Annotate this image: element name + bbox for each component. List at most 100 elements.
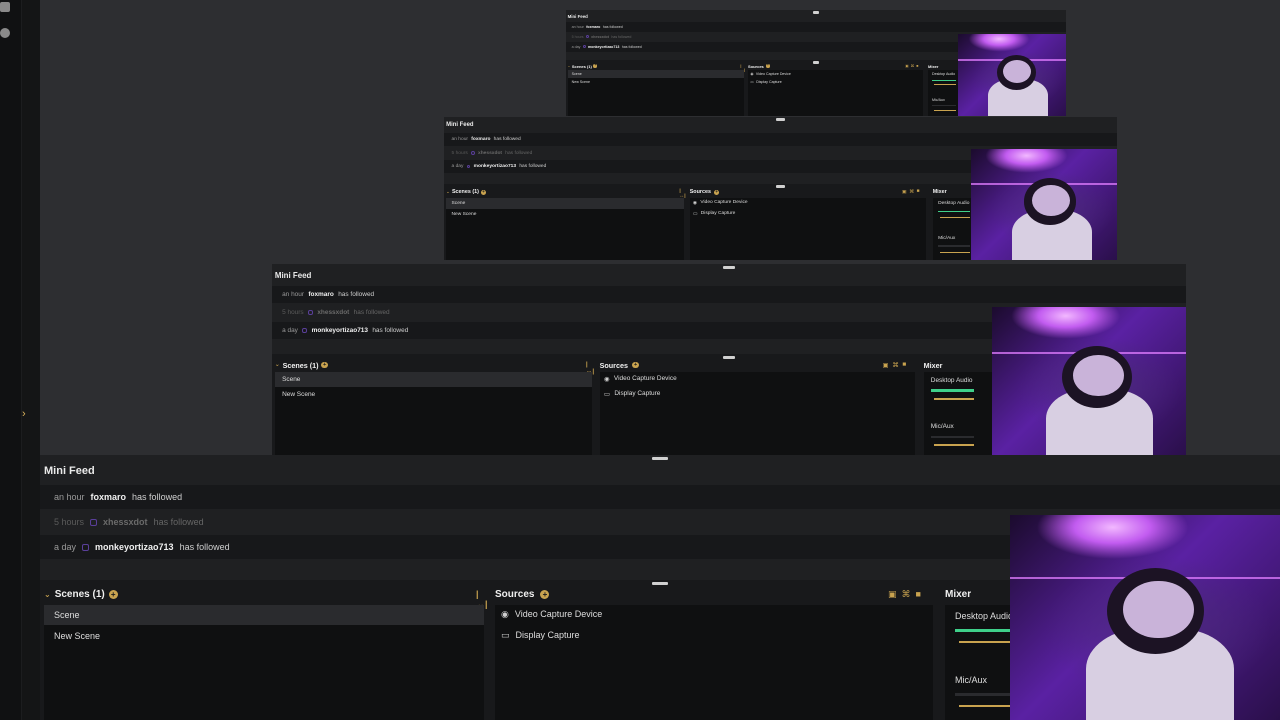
feed-username[interactable]: foxmaro — [91, 492, 127, 502]
scenes-list: Scene New Scene — [446, 197, 684, 260]
settings-icon[interactable] — [0, 28, 10, 38]
source-item[interactable]: ▭ Display Capture — [501, 630, 580, 641]
folder-icon[interactable]: ■ — [902, 361, 906, 369]
person-head — [1073, 354, 1124, 396]
feed-username[interactable]: foxmaro — [308, 291, 334, 298]
scene-item[interactable]: New Scene — [572, 80, 590, 84]
source-item[interactable]: ◉ Video Capture Device — [693, 200, 748, 206]
twitch-icon — [307, 309, 313, 315]
source-item[interactable]: ◉ Video Capture Device — [501, 609, 602, 620]
feed-action: has followed — [611, 34, 632, 39]
scenes-list: Scene New Scene — [274, 372, 592, 455]
feed-username[interactable]: xhessxdot — [103, 517, 148, 527]
drag-handle[interactable] — [652, 457, 668, 460]
filter-icon[interactable]: ▣ — [905, 64, 908, 68]
source-item[interactable]: ◉ Video Capture Device — [604, 375, 677, 383]
volume-slider[interactable] — [940, 217, 971, 219]
scene-item[interactable]: Scene — [572, 72, 582, 76]
drag-handle[interactable] — [723, 355, 735, 359]
feed-username[interactable]: monkeyortizao713 — [95, 542, 174, 552]
feed-time: an hour — [451, 137, 469, 143]
mini-feed-title: Mini Feed — [446, 122, 474, 129]
mixer-channel-name: Mic/Aux — [932, 98, 945, 102]
sources-title: Sources — [599, 360, 628, 370]
source-tools: ▣ ⌘ ■ — [902, 189, 920, 195]
left-rail — [0, 0, 22, 720]
twitch-icon — [302, 327, 308, 333]
chevron-down-icon[interactable]: ⌄ — [44, 590, 51, 599]
drag-handle[interactable] — [812, 60, 820, 64]
plus-circle-icon[interactable]: + — [714, 189, 720, 195]
feed-username[interactable]: xhessxdot — [591, 35, 609, 39]
feed-username[interactable]: monkeyortizao713 — [588, 45, 619, 49]
plus-circle-icon[interactable]: + — [540, 590, 550, 599]
volume-slider[interactable] — [959, 705, 1015, 707]
feed-username[interactable]: foxmaro — [471, 137, 490, 142]
mini-feed-title: Mini Feed — [274, 271, 312, 281]
scene-item[interactable]: Scene — [452, 201, 466, 206]
volume-slider[interactable] — [933, 444, 974, 446]
scene-item[interactable]: Scene — [54, 610, 80, 620]
drag-handle[interactable] — [723, 265, 735, 269]
source-item[interactable]: ▭ Display Capture — [693, 211, 735, 217]
scene-selected-row[interactable] — [274, 372, 592, 387]
drag-handle[interactable] — [652, 582, 668, 585]
plus-circle-icon[interactable]: + — [321, 361, 328, 369]
chevron-down-icon[interactable]: ⌄ — [568, 64, 571, 68]
feed-username[interactable]: xhessxdot — [317, 309, 349, 316]
feed-username[interactable]: monkeyortizao713 — [474, 164, 516, 169]
feed-row: an hour foxmaro has followed — [40, 485, 1280, 509]
volume-slider[interactable] — [933, 84, 956, 86]
webcam-overlay — [1010, 515, 1280, 720]
link-icon[interactable]: ⌘ — [909, 189, 914, 195]
volume-slider[interactable] — [933, 110, 956, 111]
source-item[interactable]: ▭ Display Capture — [604, 390, 660, 398]
chevron-right-icon[interactable]: › — [22, 408, 26, 420]
folder-icon[interactable]: ■ — [917, 189, 920, 195]
scene-item[interactable]: Scene — [282, 376, 300, 383]
chevron-down-icon[interactable]: ⌄ — [275, 362, 280, 368]
menu-icon[interactable] — [0, 2, 10, 12]
twitch-icon — [82, 543, 90, 551]
feed-action: has followed — [505, 150, 533, 156]
source-item[interactable]: ▭ Display Capture — [750, 80, 781, 84]
volume-slider[interactable] — [933, 398, 974, 400]
scene-selected-row[interactable] — [446, 197, 684, 209]
link-icon[interactable]: ⌘ — [911, 64, 915, 68]
scene-item[interactable]: New Scene — [452, 212, 477, 217]
drag-handle[interactable] — [812, 10, 820, 14]
scene-selected-row[interactable] — [44, 605, 484, 625]
plus-circle-icon[interactable]: + — [766, 64, 770, 68]
folder-icon[interactable]: ■ — [916, 64, 918, 68]
webcam-icon: ◉ — [501, 609, 509, 619]
scene-item[interactable]: New Scene — [282, 391, 315, 398]
source-item[interactable]: ◉ Video Capture Device — [750, 72, 790, 76]
filter-icon[interactable]: ▣ — [902, 189, 907, 195]
drag-handle[interactable] — [776, 117, 785, 121]
mixer-title: Mixer — [945, 589, 972, 600]
volume-meter — [932, 79, 956, 81]
source-name: Video Capture Device — [755, 71, 791, 76]
volume-slider[interactable] — [959, 641, 1015, 643]
filter-icon[interactable]: ▣ — [888, 589, 897, 600]
volume-meter — [955, 693, 1015, 696]
feed-username[interactable]: foxmaro — [586, 25, 600, 29]
link-icon[interactable]: ⌘ — [902, 589, 911, 600]
drag-handle[interactable] — [776, 185, 785, 189]
plus-circle-icon[interactable]: + — [632, 361, 639, 369]
feed-time: an hour — [282, 290, 305, 298]
mixer-channel-name: Desktop Audio — [932, 72, 956, 77]
plus-circle-icon[interactable]: + — [593, 64, 598, 68]
plus-circle-icon[interactable]: + — [108, 590, 118, 599]
feed-username[interactable]: monkeyortizao713 — [312, 327, 368, 334]
preview-canvas — [566, 0, 1066, 10]
scene-selected-row[interactable] — [567, 70, 744, 78]
filter-icon[interactable]: ▣ — [883, 361, 889, 369]
folder-icon[interactable]: ■ — [916, 589, 921, 600]
feed-username[interactable]: xhessxdot — [478, 151, 502, 156]
scene-item[interactable]: New Scene — [54, 631, 100, 641]
plus-circle-icon[interactable]: + — [481, 189, 486, 195]
volume-slider[interactable] — [940, 251, 971, 253]
link-icon[interactable]: ⌘ — [892, 361, 898, 369]
chevron-down-icon[interactable]: ⌄ — [446, 189, 450, 195]
